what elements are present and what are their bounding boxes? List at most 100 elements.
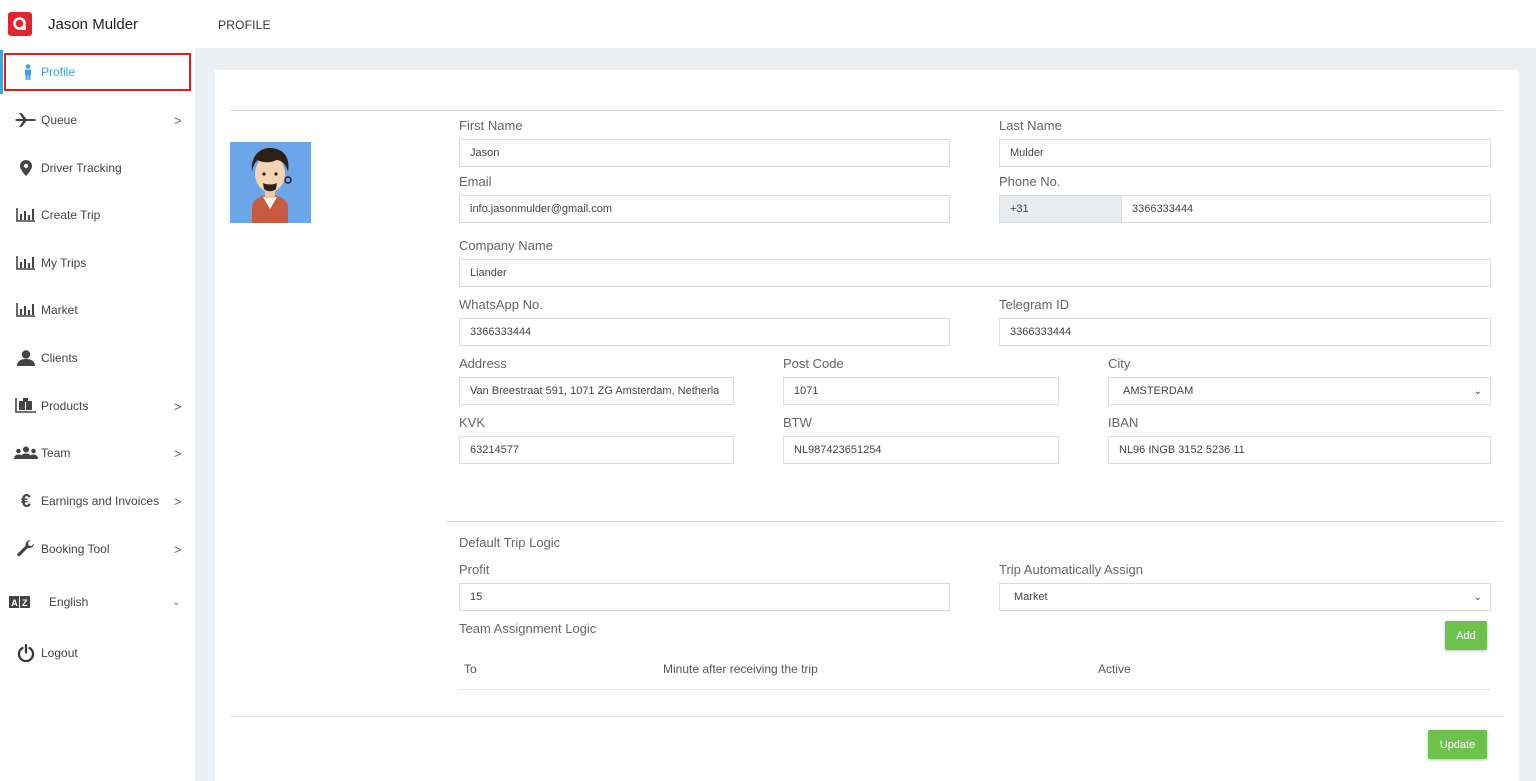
chevron-down-icon: ⌄ [1473,592,1482,603]
sidebar-item-label: Products [41,399,89,413]
chevron-right-icon: > [174,445,182,461]
phone-country-code[interactable]: +31 [999,195,1122,223]
app-logo-icon [8,12,32,36]
breadcrumb: PROFILE [218,18,271,32]
email-field[interactable]: info.jasonmulder@gmail.com [459,195,950,223]
auto-assign-select[interactable]: Market ⌄ [999,583,1491,611]
telegram-label: Telegram ID [999,297,1070,312]
sidebar-item-label: Clients [41,351,78,365]
chevron-right-icon: > [174,398,182,414]
sidebar-item-clients[interactable]: Clients [0,339,195,377]
first-name-label: First Name [459,118,523,133]
language-selector[interactable]: AZ English ⌄ [0,583,195,621]
divider [447,521,1503,522]
team-assignment-title: Team Assignment Logic [459,621,597,636]
sidebar-item-earnings-invoices[interactable]: € Earnings and Invoices > [0,482,195,520]
email-label: Email [459,174,492,189]
sidebar-item-label: Earnings and Invoices [41,494,160,508]
sidebar-item-driver-tracking[interactable]: Driver Tracking [0,149,195,187]
company-name-label: Company Name [459,238,553,253]
city-select-value: AMSTERDAM [1123,385,1194,397]
sidebar-item-team[interactable]: Team > [0,434,195,472]
btw-label: BTW [783,415,812,430]
sidebar-item-label: Create Trip [41,208,101,222]
phone-input[interactable]: 3366333444 [1121,195,1491,223]
sidebar-item-create-trip[interactable]: Create Trip [0,196,195,234]
sidebar-item-queue[interactable]: Queue > [0,101,195,139]
power-icon [14,641,38,665]
city-select[interactable]: AMSTERDAM ⌄ [1108,377,1491,405]
plane-icon [14,108,38,132]
btw-input[interactable]: NL987423651254 [783,436,1059,464]
last-name-input[interactable]: Mulder [999,139,1491,167]
language-label: English [49,595,89,609]
chevron-right-icon: > [174,112,182,128]
chevron-right-icon: > [174,541,182,557]
profile-card [215,70,1519,781]
sidebar-item-logout[interactable]: Logout [0,634,195,672]
wrench-icon [14,537,38,561]
chevron-down-icon: ⌄ [1473,386,1482,397]
team-icon [14,441,38,465]
profit-label: Profit [459,562,490,577]
update-button[interactable]: Update [1428,730,1487,759]
table-header-minute: Minute after receiving the trip [663,662,818,676]
auto-assign-select-value: Market [1014,591,1048,603]
telegram-input[interactable]: 3366333444 [999,318,1491,346]
sidebar-item-products[interactable]: Products > [0,387,195,425]
chevron-down-icon: ⌄ [172,596,181,608]
top-bar: PROFILE [195,0,1536,48]
whatsapp-label: WhatsApp No. [459,297,543,312]
city-label: City [1108,356,1131,371]
table-header-divider [459,689,1491,690]
sidebar-item-my-trips[interactable]: My Trips [0,244,195,282]
products-icon [14,394,38,418]
iban-label: IBAN [1108,415,1139,430]
sidebar-item-label: Booking Tool [41,542,110,556]
sidebar: Jason Mulder Profile Queue > Driver Trac… [0,0,195,781]
last-name-label: Last Name [999,118,1062,133]
section-title-trip-logic: Default Trip Logic [459,535,561,550]
brand: Jason Mulder [0,0,195,48]
euro-icon: € [20,490,31,511]
phone-label: Phone No. [999,174,1061,189]
avatar[interactable] [230,142,311,223]
user-icon [14,346,38,370]
active-indicator [0,50,3,94]
postcode-input[interactable]: 1071 [783,377,1059,405]
whatsapp-input[interactable]: 3366333444 [459,318,950,346]
company-name-input[interactable]: Liander [459,259,1491,287]
address-label: Address [459,356,507,371]
auto-assign-label: Trip Automatically Assign [999,562,1144,577]
sidebar-item-label: Logout [41,646,78,660]
iban-input[interactable]: NL96 INGB 3152 5236 11 [1108,436,1491,464]
add-button[interactable]: Add [1445,621,1487,650]
bar-chart-icon [14,251,38,275]
sidebar-item-label: My Trips [41,256,87,270]
profit-input[interactable]: 15 [459,583,950,611]
kvk-input[interactable]: 63214577 [459,436,734,464]
table-header-to: To [464,662,477,676]
kvk-label: KVK [459,415,486,430]
svg-text:A: A [11,598,18,608]
postcode-label: Post Code [783,356,844,371]
sidebar-item-booking-tool[interactable]: Booking Tool > [0,530,195,568]
divider [230,716,1503,717]
first-name-input[interactable]: Jason [459,139,950,167]
bar-chart-icon [14,203,38,227]
bar-chart-icon [14,298,38,322]
sidebar-item-label: Profile [41,65,76,79]
chevron-right-icon: > [174,493,182,509]
sidebar-item-label: Queue [41,113,78,127]
map-pin-icon [14,156,38,180]
person-icon [16,60,40,84]
sidebar-item-market[interactable]: Market [0,291,195,329]
sidebar-item-label: Driver Tracking [41,161,122,175]
sidebar-item-label: Market [41,303,78,317]
address-input[interactable]: Van Breestraat 591, 1071 ZG Amsterdam, N… [459,377,734,405]
svg-text:Z: Z [22,598,28,608]
user-name: Jason Mulder [48,15,139,33]
sidebar-item-label: Team [41,446,71,460]
table-header-active: Active [1098,662,1131,676]
sidebar-item-profile[interactable]: Profile [4,53,191,91]
